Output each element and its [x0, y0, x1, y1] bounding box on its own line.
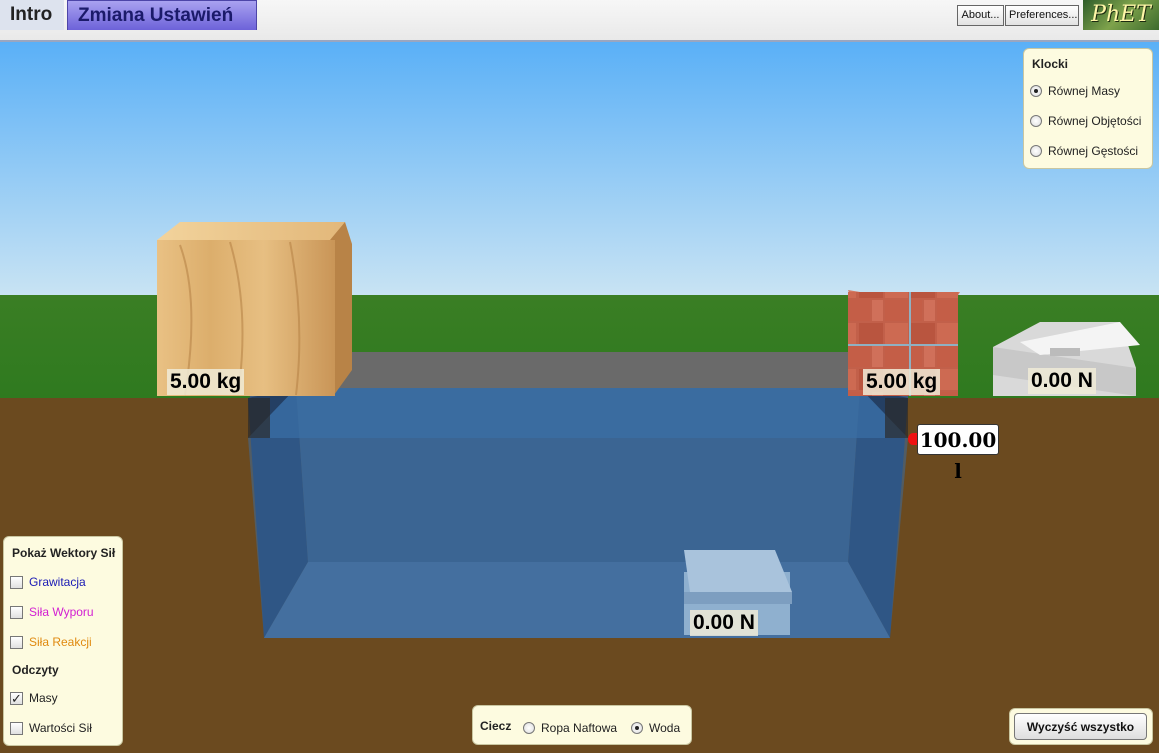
- option-masses-label: Masy: [29, 691, 58, 705]
- option-force-values-label: Wartości Sił: [29, 721, 92, 735]
- option-buoyancy-label: Siła Wyporu: [29, 605, 94, 619]
- radio-oil[interactable]: [523, 722, 535, 734]
- volume-readout: 100.00 l: [917, 424, 999, 483]
- option-masses[interactable]: ✓ Masy: [10, 691, 58, 705]
- wood-mass-label: 5.00 kg: [167, 369, 245, 395]
- radio-equal-density[interactable]: [1030, 145, 1042, 157]
- ground-scale-reading: 0.00 N: [1028, 368, 1096, 394]
- option-gravity-label: Grawitacja: [29, 575, 86, 589]
- option-oil[interactable]: Ropa Naftowa: [523, 721, 617, 735]
- reset-all-button[interactable]: Wyczyść wszystko: [1014, 713, 1147, 740]
- checkbox-buoyancy[interactable]: [10, 605, 23, 619]
- water-body: [248, 438, 908, 638]
- fluid-panel: Ciecz Ropa Naftowa Woda: [472, 705, 692, 745]
- option-water[interactable]: Woda: [631, 721, 680, 735]
- force-vectors-panel: Pokaż Wektory Sił Grawitacja Siła Wyporu…: [3, 536, 123, 746]
- force-vectors-title: Pokaż Wektory Sił: [12, 546, 116, 560]
- fluid-panel-title: Ciecz: [480, 719, 512, 733]
- checkbox-gravity[interactable]: [10, 575, 23, 589]
- radio-equal-mass[interactable]: [1030, 85, 1042, 97]
- option-water-label: Woda: [649, 721, 681, 735]
- blocks-panel: Klocki Równej Masy Równej Objętości Równ…: [1023, 48, 1153, 169]
- checkbox-masses[interactable]: ✓: [10, 691, 23, 705]
- option-oil-label: Ropa Naftowa: [541, 721, 618, 735]
- option-equal-mass-label: Równej Masy: [1048, 84, 1121, 98]
- option-equal-volume-label: Równej Objętości: [1048, 114, 1142, 128]
- brick-mass-label: 5.00 kg: [863, 369, 941, 395]
- option-equal-mass[interactable]: Równej Masy: [1030, 84, 1120, 98]
- option-equal-volume[interactable]: Równej Objętości: [1030, 114, 1141, 128]
- option-contact[interactable]: Siła Reakcji: [10, 635, 92, 649]
- radio-water[interactable]: [631, 722, 643, 734]
- option-equal-density[interactable]: Równej Gęstości: [1030, 144, 1138, 158]
- checkbox-contact[interactable]: [10, 635, 23, 649]
- water-surface: [248, 388, 908, 438]
- blocks-panel-title: Klocki: [1032, 57, 1069, 71]
- option-equal-density-label: Równej Gęstości: [1048, 144, 1139, 158]
- option-gravity[interactable]: Grawitacja: [10, 575, 86, 589]
- checkbox-force-values[interactable]: [10, 721, 23, 735]
- readouts-title: Odczyty: [12, 663, 59, 677]
- pool-scale-reading: 0.00 N: [690, 610, 758, 636]
- option-force-values[interactable]: Wartości Sił: [10, 721, 92, 735]
- option-contact-label: Siła Reakcji: [29, 635, 92, 649]
- option-buoyancy[interactable]: Siła Wyporu: [10, 605, 94, 619]
- radio-equal-volume[interactable]: [1030, 115, 1042, 127]
